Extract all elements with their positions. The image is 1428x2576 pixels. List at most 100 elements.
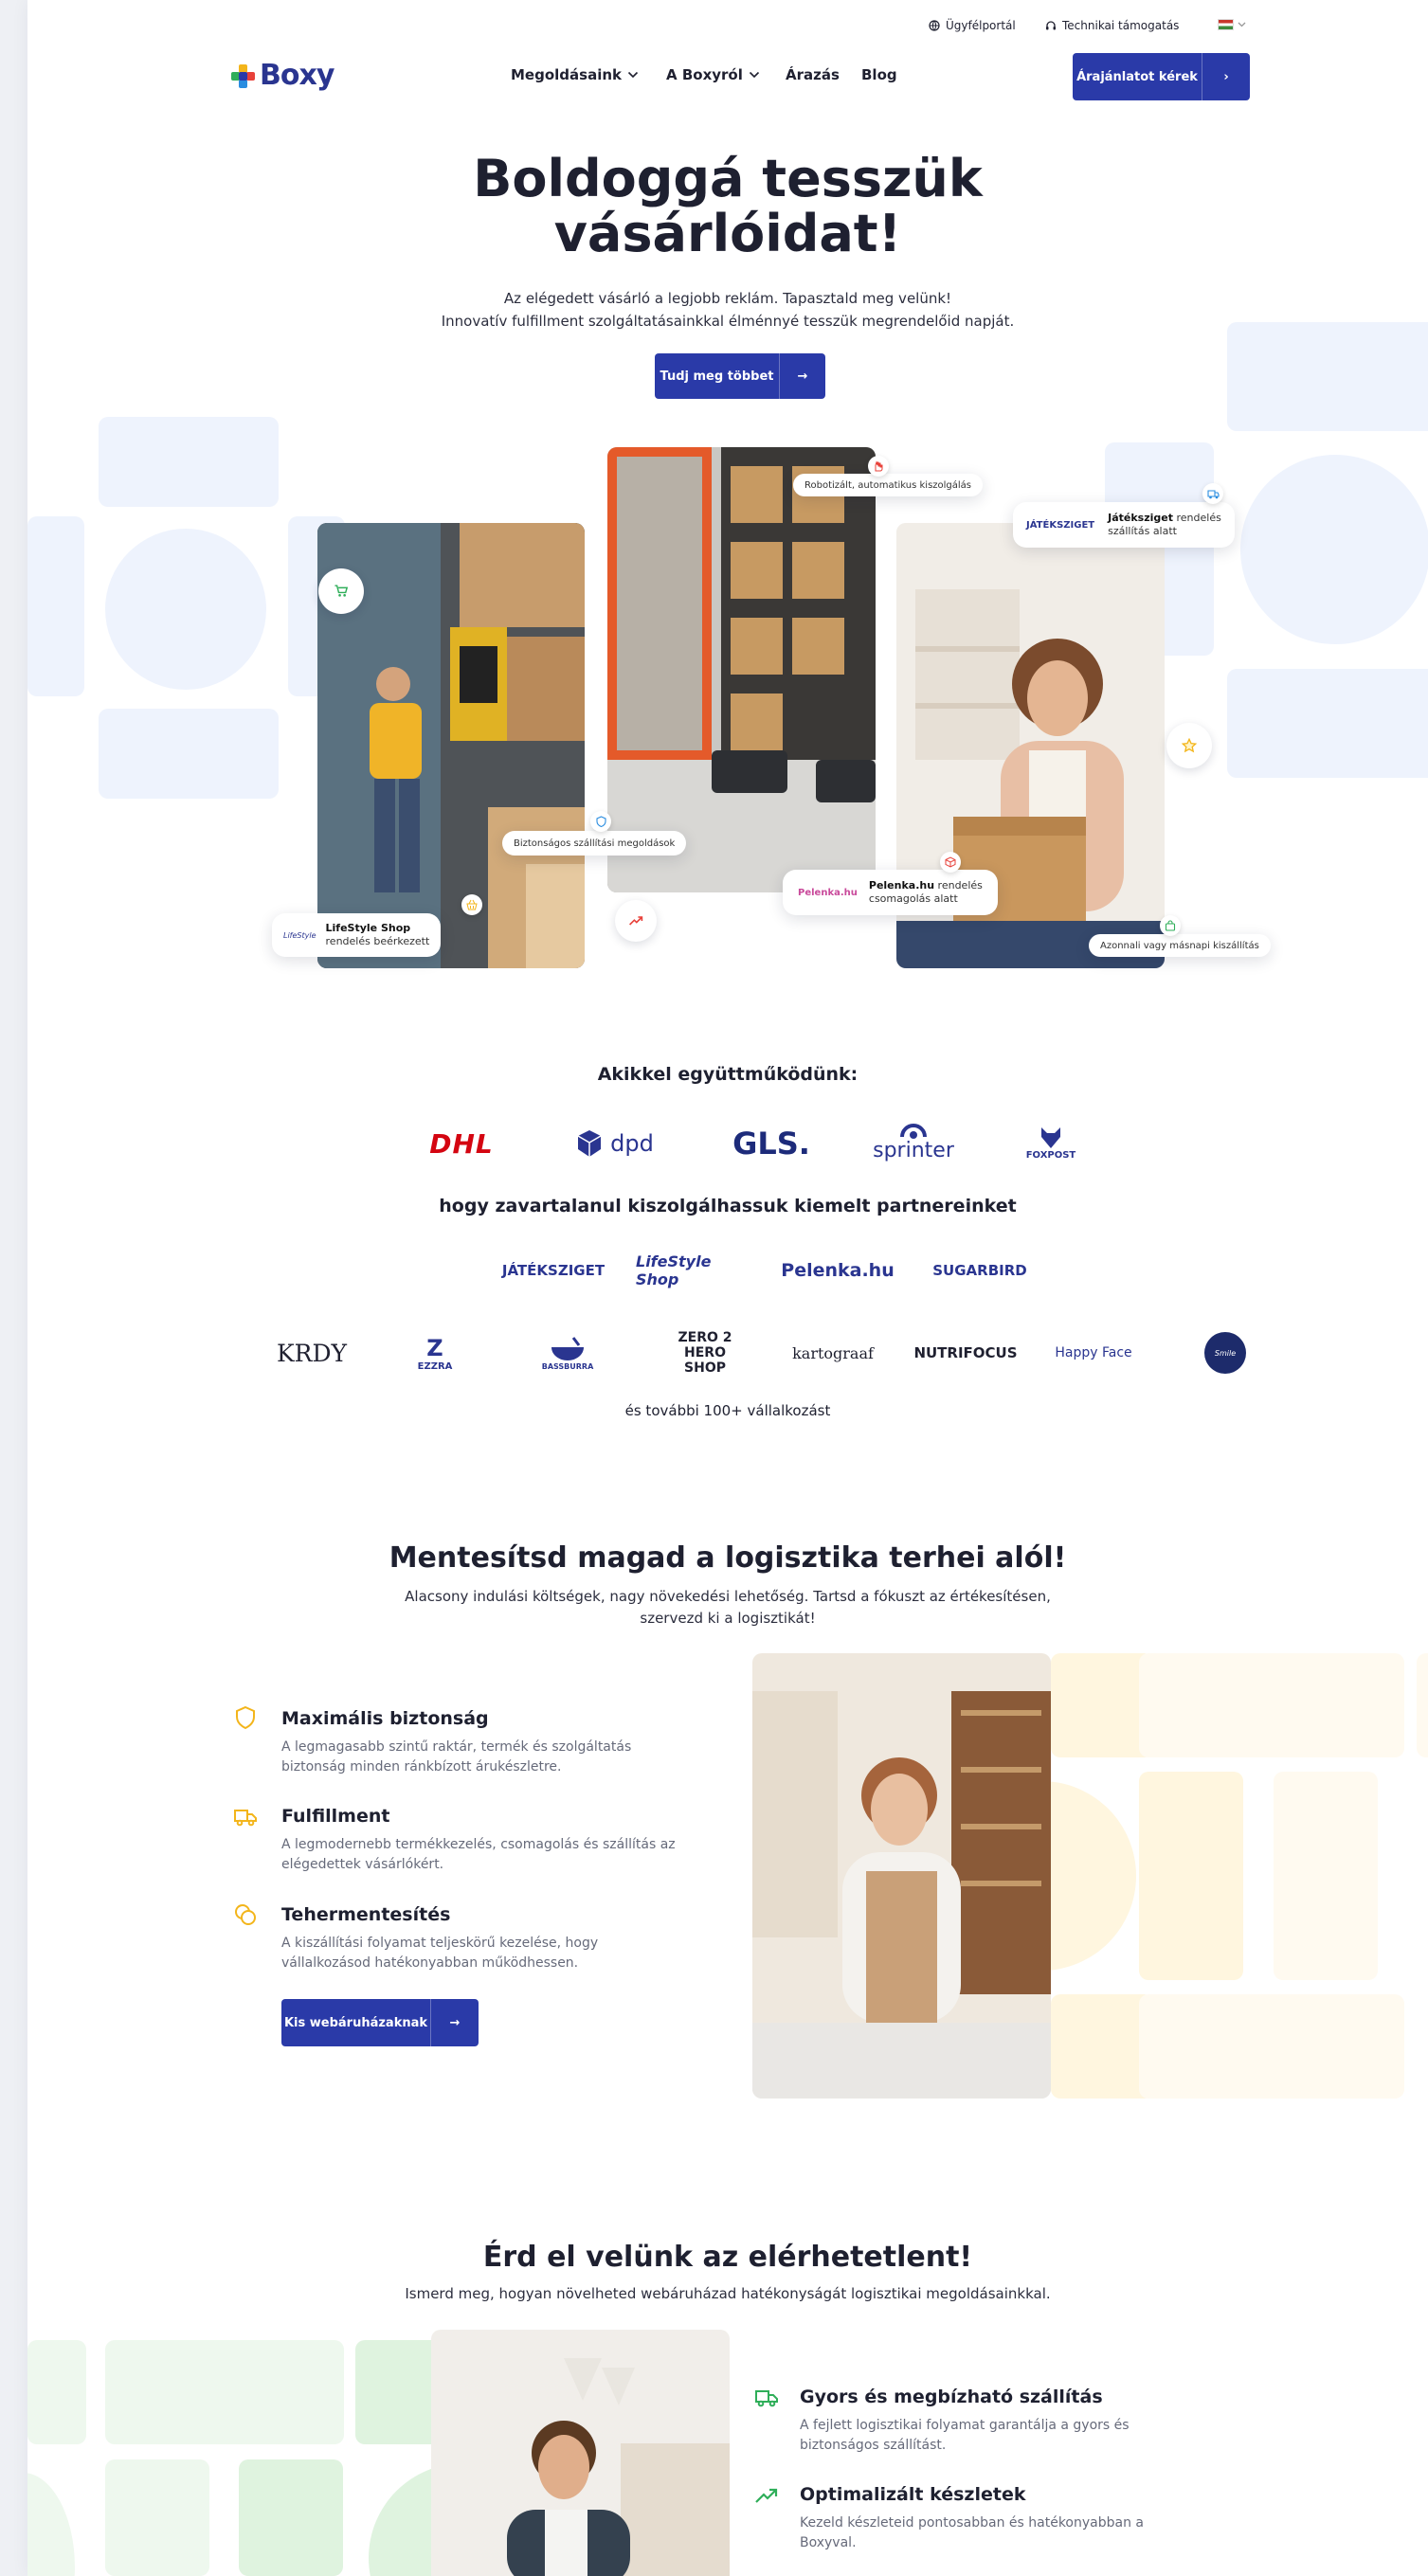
coins-icon — [235, 1904, 256, 1925]
foxpost-logo-text: FOXPOST — [1025, 1149, 1076, 1161]
young-man-image — [431, 2330, 730, 2576]
quote-request-label: Árajánlatot kérek — [1076, 69, 1198, 84]
robotic-warehouse-image — [607, 447, 876, 892]
trend-up-icon — [755, 2488, 778, 2503]
learn-more-button[interactable]: Tudj meg többet → — [655, 353, 825, 399]
smile-logo-text: Smile — [1214, 1348, 1237, 1358]
nav-pricing[interactable]: Árazás — [786, 66, 840, 83]
hero-subtitle-line2: Innovatív fulfillment szolgáltatásainkka… — [441, 313, 1015, 330]
feature-inventory-desc1: Kezeld készleteid pontosabban és hatékon… — [800, 2515, 1144, 2531]
decor-block — [1227, 322, 1428, 431]
decor-block — [239, 2459, 343, 2576]
young-man-photo — [431, 2330, 730, 2576]
truck-icon — [755, 2390, 778, 2407]
hero-title-line2: vásárlóidat! — [553, 204, 902, 263]
customer-portal-link[interactable]: Ügyfélportál — [929, 19, 1016, 32]
krdy-logo-text: KRDY — [276, 1339, 348, 1367]
jateksziget-logo: JÁTÉKSZIGET — [1026, 519, 1095, 531]
bassburra-logo-text: BASSBURRA — [541, 1361, 594, 1371]
bag-icon — [1160, 915, 1181, 936]
basket-icon — [461, 894, 482, 915]
globe-icon — [929, 20, 940, 31]
relief-title: Mentesítsd magad a logisztika terhei aló… — [389, 1541, 1067, 1575]
feature-fulfillment-desc2: elégedettek vásárlókért. — [281, 1857, 444, 1872]
robotic-service-text: Robotizált, automatikus kiszolgálás — [804, 479, 972, 491]
decor-block — [1274, 1772, 1378, 1980]
nav-about-label: A Boxyról — [666, 66, 743, 83]
decor-circle — [27, 2473, 75, 2576]
dpd-cube-icon — [577, 1130, 602, 1157]
decor-block — [1139, 1653, 1404, 1757]
language-switch[interactable] — [1218, 19, 1246, 30]
feature-fulfillment-desc: A legmodernebb termékkezelés, csomagolás… — [281, 1835, 676, 1875]
reach-title: Érd el velünk az elérhetetlent! — [482, 2241, 973, 2274]
boxy-logo-icon — [231, 63, 255, 88]
sprinter-mark-icon — [900, 1123, 927, 1139]
decor-circle — [1240, 455, 1428, 644]
feature-security-desc: A legmagasabb szintű raktár, termék és s… — [281, 1738, 631, 1777]
jateksziget-logo-text: JÁTÉKSZIGET — [501, 1262, 606, 1279]
feature-relief-desc2: vállalkozásod hatékonyabban működhessen. — [281, 1955, 579, 1971]
small-webshops-button[interactable]: Kis webáruházaknak → — [281, 1999, 479, 2046]
jateksziget-order-chip: JÁTÉKSZIGET Játéksziget rendelés szállítá… — [1013, 502, 1235, 548]
sprinter-logo-text: sprinter — [873, 1138, 954, 1162]
decor-block — [27, 516, 84, 696]
nav-blog[interactable]: Blog — [861, 66, 897, 83]
carriers-title: Akikkel együttműködünk: — [597, 1064, 859, 1085]
dpd-logo-text: dpd — [610, 1130, 654, 1157]
feature-inventory-desc2: Boxyval. — [800, 2535, 857, 2550]
tech-support-link[interactable]: Technikai támogatás — [1045, 19, 1179, 32]
gls-logo-text: GLS. — [732, 1126, 810, 1162]
nav-solutions-label: Megoldásaink — [511, 66, 622, 83]
trend-icon — [615, 900, 657, 942]
relief-subtitle-line2: szervezd ki a logisztikát! — [640, 1610, 816, 1627]
arrow-right-icon: → — [779, 353, 825, 399]
headset-icon — [1046, 21, 1056, 30]
decor-block — [105, 2459, 209, 2576]
box-icon — [940, 852, 961, 873]
decor-circle — [105, 529, 266, 690]
pelenka-logo: Pelenka.hu — [798, 887, 858, 898]
decor-block — [27, 2340, 86, 2444]
zero2hero-logo-text: ZERO 2 HERO SHOP — [678, 1330, 732, 1376]
safe-delivery-chip: Biztonságos szállítási megoldások — [502, 831, 687, 856]
feature-security-desc1: A legmagasabb szintű raktár, termék és s… — [281, 1739, 632, 1755]
star-icon — [1166, 723, 1212, 768]
logo[interactable]: Boxy — [231, 59, 334, 92]
sprinter-logo: sprinter — [852, 1114, 975, 1171]
sugarbird-logo-text: SUGARBIRD — [932, 1262, 1027, 1279]
nav-solutions[interactable]: Megoldásaink — [511, 66, 639, 83]
same-day-chip: Azonnali vagy másnapi kiszállítás — [1089, 934, 1271, 957]
learn-more-label: Tudj meg többet — [660, 369, 774, 384]
logo-text: Boxy — [260, 59, 334, 92]
nav-pricing-label: Árazás — [786, 66, 840, 83]
smile-logo: Smile — [1204, 1332, 1246, 1374]
ezzra-mark: Z — [426, 1334, 443, 1361]
relief-subtitle: Alacsony indulási költségek, nagy növeke… — [27, 1586, 1428, 1630]
feature-inventory-desc: Kezeld készleteid pontosabban és hatékon… — [800, 2513, 1144, 2553]
decor-block — [1051, 1653, 1153, 1757]
zero2hero-logo: ZERO 2 HERO SHOP — [643, 1330, 767, 1376]
quote-request-button[interactable]: Árajánlatot kérek › — [1073, 53, 1250, 100]
nutrifocus-logo-text: NUTRIFOCUS — [913, 1344, 1018, 1361]
pelenka-bold: Pelenka.hu — [868, 879, 935, 892]
hero-subtitle: Az elégedett vásárló a legjobb reklám. T… — [27, 287, 1428, 333]
same-day-text: Azonnali vagy másnapi kiszállítás — [1100, 940, 1259, 951]
truck-icon — [234, 1810, 257, 1827]
robotic-service-chip: Robotizált, automatikus kiszolgálás — [793, 474, 984, 496]
nav-about[interactable]: A Boxyról — [666, 66, 760, 83]
sugarbird-logo: SUGARBIRD — [918, 1249, 1041, 1292]
hand-icon — [868, 456, 889, 477]
jateksziget-rest2: szállítás alatt — [1108, 525, 1177, 537]
customer-portal-label: Ügyfélportál — [946, 19, 1016, 32]
feature-security-desc2: biztonság minden ránkbízott árukészletre… — [281, 1759, 562, 1774]
lifestyle-logo: LifeStyle — [283, 930, 316, 940]
decor-block — [1139, 1772, 1243, 1980]
lifestyle-order-chip: LifeStyle LifeStyle Shop rendelés beérkez… — [272, 913, 442, 957]
shield-icon — [236, 1705, 255, 1730]
krdy-logo: KRDY — [255, 1331, 369, 1375]
decor-block — [1227, 669, 1428, 778]
feature-relief-desc1: A kiszállítási folyamat teljeskörű kezel… — [281, 1936, 599, 1951]
safe-delivery-text: Biztonságos szállítási megoldások — [514, 838, 676, 849]
page: Ügyfélportál Technikai támogatás Boxy Me… — [27, 0, 1428, 2576]
